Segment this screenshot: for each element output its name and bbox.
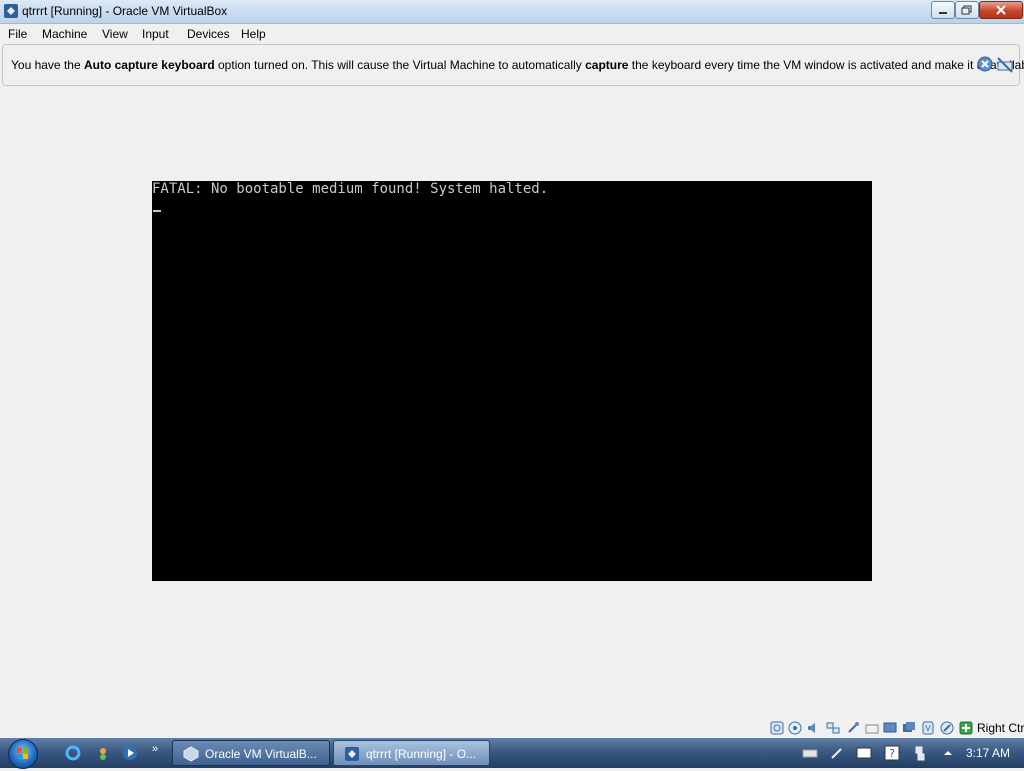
taskbar: » Oracle VM VirtualB... qtrrrt [Running]… [0,738,1024,769]
text-cursor [153,210,161,212]
display-icon[interactable] [883,721,897,735]
mouse-integration-icon[interactable] [940,721,954,735]
close-button[interactable] [979,1,1023,19]
virtualbox-icon [4,4,18,18]
notice-bold-2: capture [585,58,629,72]
menu-help[interactable]: Help [241,27,266,41]
audio-icon[interactable] [806,721,820,735]
menu-bar: File Machine View Input Devices Help [0,24,1024,44]
menu-machine[interactable]: Machine [42,27,87,41]
svg-text:V: V [925,724,931,733]
taskbar-button-label: Oracle VM VirtualB... [205,747,317,761]
usb-icon[interactable] [846,721,860,735]
taskbar-button-virtualbox-manager[interactable]: Oracle VM VirtualB... [172,740,330,766]
virtualbox-icon [183,746,199,762]
shared-folders-icon[interactable] [865,721,879,735]
minimize-button[interactable] [931,1,955,19]
restore-icon [961,5,972,15]
notice-text-2: option turned on. This will cause the Vi… [214,58,586,72]
menu-view[interactable]: View [102,27,128,41]
language-tray-icon[interactable] [856,745,872,761]
keyboard-capture-notice: You have the Auto capture keyboard optio… [2,44,1024,86]
taskbar-button-vm-window[interactable]: qtrrrt [Running] - O... [333,740,490,766]
messenger-icon[interactable] [95,745,111,761]
svg-text:?: ? [889,747,895,760]
quick-launch-overflow[interactable]: » [152,743,158,755]
show-hidden-icons-icon[interactable] [940,745,956,761]
media-player-icon[interactable] [122,745,138,761]
hard-disk-icon[interactable] [770,721,784,735]
internet-explorer-icon[interactable] [65,745,81,761]
network-tray-icon[interactable] [912,745,928,761]
virtualization-icon[interactable]: V [921,721,935,735]
windows-logo-icon [17,748,28,759]
virtualbox-vm-icon [345,747,359,761]
help-tray-icon[interactable]: ? [884,745,900,761]
status-bar: V Right Ctrl [0,718,1024,738]
clock[interactable]: 3:17 AM [966,746,1010,760]
host-key-label[interactable]: Right Ctrl [977,721,1024,735]
title-bar[interactable]: qtrrrt [Running] - Oracle VM VirtualBox [0,0,1024,24]
do-not-show-again-icon[interactable] [996,56,1014,74]
optical-drive-icon[interactable] [788,721,802,735]
keyboard-tray-icon[interactable] [802,745,818,761]
console-output: FATAL: No bootable medium found! System … [152,181,549,197]
notice-message: You have the Auto capture keyboard optio… [11,58,1024,72]
minimize-icon [939,12,947,14]
start-button[interactable] [8,739,38,769]
video-capture-icon[interactable] [902,721,916,735]
notice-text-3: the keyboard every time the VM window is… [628,58,1024,72]
network-icon[interactable] [826,721,840,735]
menu-devices[interactable]: Devices [187,27,230,41]
close-icon [996,5,1006,15]
notice-bold-1: Auto capture keyboard [83,58,215,72]
notice-close-icon[interactable] [977,56,993,72]
vm-display[interactable]: FATAL: No bootable medium found! System … [152,181,872,581]
taskbar-button-label: qtrrrt [Running] - O... [366,747,477,761]
restore-button[interactable] [955,1,979,19]
pen-tray-icon[interactable] [829,745,845,761]
menu-input[interactable]: Input [142,27,169,41]
menu-file[interactable]: File [8,27,27,41]
keyboard-capture-icon[interactable] [959,721,973,735]
window-title: qtrrrt [Running] - Oracle VM VirtualBox [22,4,228,18]
notice-text-1: You have the [11,58,84,72]
